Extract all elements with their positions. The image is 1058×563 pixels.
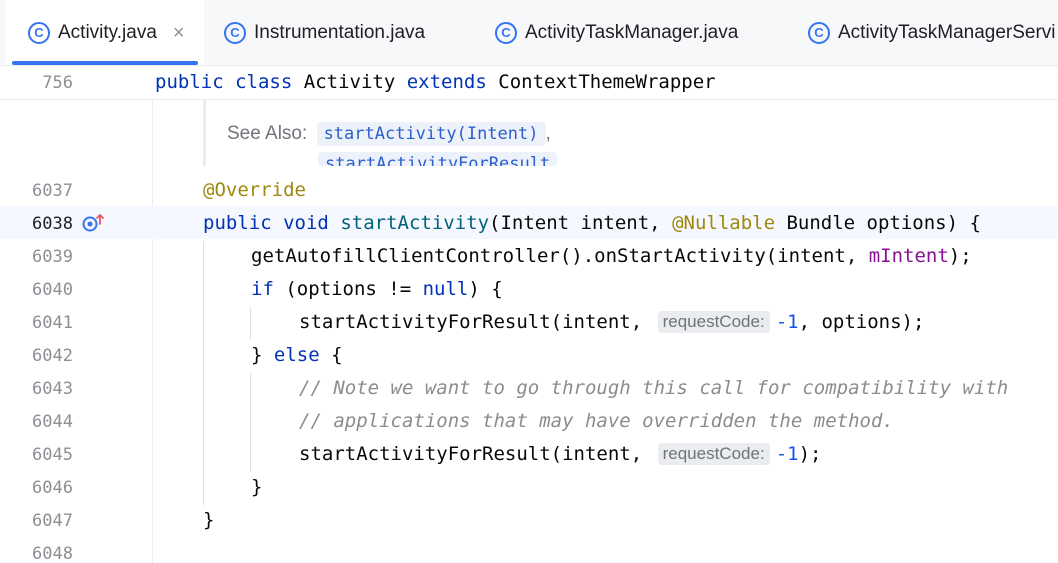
java-class-icon: C: [495, 22, 517, 44]
doc-link-start-activity[interactable]: startActivity(Intent): [316, 122, 546, 146]
code-line: @Override: [203, 179, 306, 201]
code-text: (options !=: [273, 278, 423, 300]
tab-label: ActivityTaskManager.java: [525, 22, 739, 43]
java-class-icon: C: [224, 22, 246, 44]
tab-activity-java[interactable]: C Activity.java ×: [6, 0, 204, 65]
rendered-doc-see-also: See Also: startActivity(Intent),: [227, 122, 551, 146]
method-name: startActivity: [340, 212, 490, 234]
code-line: startActivityForResult(intent, requestCo…: [299, 443, 821, 465]
line-number: 6047: [32, 511, 73, 531]
line-number: 6043: [32, 379, 73, 399]
code-line: getAutofillClientController().onStartAct…: [251, 245, 972, 267]
code-text: }: [251, 344, 274, 366]
line-number: 6044: [32, 412, 73, 432]
keyword: public: [155, 71, 224, 93]
line-number: 6038: [32, 214, 73, 234]
keyword: null: [422, 278, 469, 300]
code-text: , options);: [798, 311, 925, 333]
keyword: void: [283, 212, 329, 234]
code-text: startActivityForResult(intent,: [299, 443, 654, 465]
code-comment: // Note we want to go through this call …: [299, 377, 1009, 399]
code-line: }: [203, 509, 215, 531]
gutter-divider: [152, 66, 153, 563]
tab-instrumentation-java[interactable]: C Instrumentation.java: [202, 0, 426, 65]
doc-separator: ,: [545, 123, 551, 144]
tab-activitytaskmanagerservice-java[interactable]: C ActivityTaskManagerServi: [786, 0, 1056, 65]
annotation: @Override: [203, 179, 306, 201]
keyword: if: [251, 278, 274, 300]
tab-activitytaskmanager-java[interactable]: C ActivityTaskManager.java: [473, 0, 739, 65]
code-text: {: [319, 344, 343, 366]
overrides-method-icon[interactable]: [82, 213, 106, 233]
field-reference: mIntent: [868, 245, 949, 267]
line-number: 6046: [32, 478, 73, 498]
keyword: extends: [406, 71, 487, 93]
tab-label: Activity.java: [58, 22, 157, 43]
code-text: Bundle options) {: [775, 212, 981, 234]
tab-label: Instrumentation.java: [254, 22, 426, 43]
indent-guide: [250, 307, 251, 340]
sticky-class-header[interactable]: 756 public class Activity extends Contex…: [0, 66, 1058, 100]
number-literal: -1: [775, 443, 799, 465]
code-line: startActivityForResult(intent, requestCo…: [299, 311, 924, 333]
line-number: 6048: [32, 544, 73, 563]
line-number: 756: [42, 73, 73, 93]
parent-class-name: ContextThemeWrapper: [498, 71, 716, 93]
line-number: 6039: [32, 247, 73, 267]
parameter-hint[interactable]: requestCode:: [657, 311, 770, 333]
see-also-label: See Also:: [227, 123, 308, 144]
keyword: public: [203, 212, 272, 234]
indent-guide: [203, 241, 204, 505]
line-number: 6042: [32, 346, 73, 366]
number-literal: -1: [775, 311, 799, 333]
doc-link-start-activity-for-result[interactable]: startActivityForResult: [318, 152, 558, 166]
code-text: );: [798, 443, 822, 465]
line-number: 6041: [32, 313, 73, 333]
keyword: class: [235, 71, 293, 93]
annotation: @Nullable: [672, 212, 776, 234]
code-line: } else {: [251, 344, 343, 366]
code-text: (Intent intent,: [489, 212, 673, 234]
class-declaration: public class Activity extends ContextThe…: [155, 71, 716, 93]
editor-tab-bar: C Activity.java × C Instrumentation.java…: [0, 0, 1058, 66]
java-class-icon: C: [28, 22, 50, 44]
code-line: }: [251, 476, 263, 498]
indent-guide: [250, 373, 251, 472]
java-class-icon: C: [808, 22, 830, 44]
parameter-hint[interactable]: requestCode:: [657, 443, 770, 465]
line-number: 6040: [32, 280, 73, 300]
line-number: 6045: [32, 445, 73, 465]
keyword: else: [273, 344, 320, 366]
doc-comment-bar: [203, 100, 206, 166]
line-number: 6037: [32, 181, 73, 201]
code-line: if (options != null) {: [251, 278, 503, 300]
tab-label: ActivityTaskManagerServi: [838, 22, 1056, 43]
code-text: startActivityForResult(intent,: [299, 311, 654, 333]
close-icon[interactable]: ×: [173, 22, 185, 45]
code-text: ) {: [468, 278, 503, 300]
code-line: public void startActivity(Intent intent,…: [203, 212, 981, 234]
code-text: );: [948, 245, 972, 267]
class-name: Activity: [303, 71, 396, 93]
code-text: getAutofillClientController().onStartAct…: [251, 245, 869, 267]
code-comment: // applications that may have overridden…: [299, 410, 894, 432]
